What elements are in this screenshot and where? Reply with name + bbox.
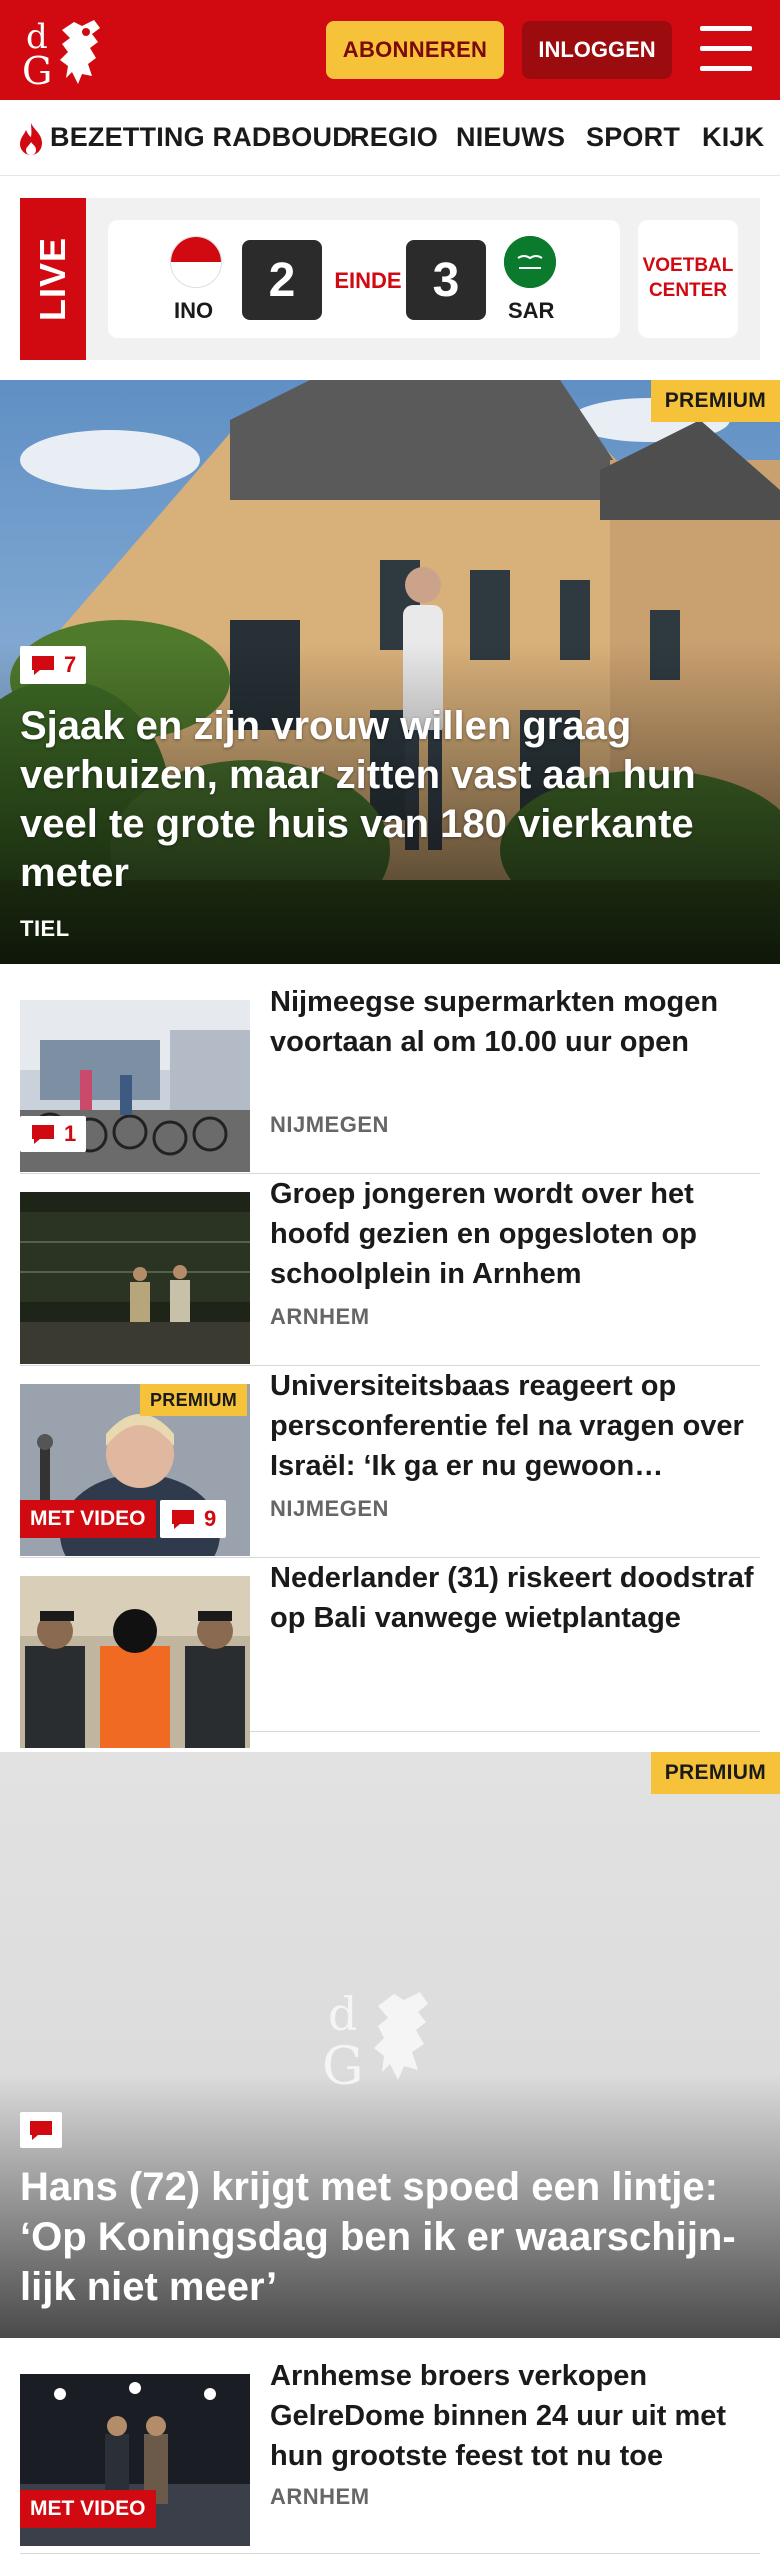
- svg-text:G: G: [322, 2037, 364, 2092]
- premium-badge: PREMIUM: [140, 1384, 248, 1416]
- video-badge: MET VIDEO: [20, 1500, 156, 1538]
- article-location: ARNHEM: [270, 2484, 370, 2509]
- premium-badge: PREMIUM: [650, 380, 780, 422]
- video-badge: MET VIDEO: [20, 2490, 156, 2528]
- article-location: NIJMEGEN: [270, 1112, 389, 1137]
- comment-icon: [30, 2121, 52, 2140]
- away-score: 3: [406, 240, 486, 320]
- saudi-arabia-flag-icon: [504, 236, 556, 288]
- live-tag: LIVE: [20, 198, 86, 360]
- list-item[interactable]: PREMIUM MET VIDEO 9 Universiteitsbaas re…: [20, 1366, 760, 1558]
- hero-article-2[interactable]: PREMIUM d G Hans (72) krijgt met spoed e…: [0, 1752, 780, 2338]
- dg-logo[interactable]: d G: [22, 12, 122, 90]
- comment-icon: [32, 656, 54, 675]
- voetbal-center-link[interactable]: VOETBAL CENTER: [638, 220, 738, 338]
- comment-icon: [32, 1125, 54, 1144]
- hamburger-icon[interactable]: [700, 26, 752, 72]
- home-team-code: INO: [174, 298, 214, 323]
- nav-item-nieuws[interactable]: NIEUWS: [456, 122, 565, 153]
- login-button[interactable]: INLOGGEN: [522, 21, 672, 79]
- subscribe-button[interactable]: ABONNEREN: [326, 21, 504, 79]
- list-item[interactable]: Nederlander (31) riskeert doodstraf op B…: [20, 1558, 760, 1748]
- article-title[interactable]: Nijmeegse supermarkten mogen voortaan al…: [270, 982, 760, 1062]
- list-item[interactable]: 1 Nijmeegse supermarkten mogen voortaan …: [20, 982, 760, 1174]
- away-team-code: SAR: [508, 298, 555, 323]
- hero-article[interactable]: PREMIUM 7 Sjaak en zijn vrouw willen gra…: [0, 380, 780, 964]
- comment-count[interactable]: 7: [20, 646, 87, 684]
- article-location: NIJMEGEN: [270, 1496, 389, 1521]
- hero2-title[interactable]: Hans (72) krijgt met spoed een lintje: ‘…: [20, 2162, 760, 2312]
- list-item[interactable]: MET VIDEO Arnhemse broers verkopen Gelre…: [20, 2356, 760, 2554]
- nav-item-bezetting-radboud[interactable]: BEZETTING RADBOUD: [50, 122, 352, 153]
- comment-count-value: 7: [64, 652, 77, 677]
- match-card[interactable]: INO 2 EINDE 3 SAR: [108, 220, 620, 338]
- nav-item-kijk[interactable]: KIJK: [702, 122, 764, 153]
- match-status: EINDE: [334, 268, 402, 293]
- dg-placeholder-logo: d G: [322, 1987, 428, 2092]
- nav-item-regio[interactable]: REGIO: [350, 122, 438, 153]
- comment-icon: [172, 1510, 194, 1529]
- svg-text:G: G: [22, 49, 52, 90]
- list-item[interactable]: Groep jongeren wordt over het hoofd gezi…: [20, 1174, 760, 1366]
- live-label: LIVE: [32, 236, 73, 322]
- hero-location: TIEL: [20, 916, 70, 941]
- live-scoreboard: LIVE INO 2 EINDE 3 SAR VOETBAL CENTER: [20, 198, 760, 360]
- hero-title[interactable]: Sjaak en zijn vrouw willen graag verhuiz…: [20, 702, 740, 898]
- comment-count[interactable]: 9: [160, 1500, 227, 1538]
- main-nav: BEZETTING RADBOUD REGIO NIEUWS SPORT KIJ…: [0, 100, 780, 176]
- indonesia-flag-icon: [170, 236, 222, 288]
- premium-badge: PREMIUM: [650, 1752, 780, 1794]
- flame-icon: [20, 123, 42, 155]
- article-title[interactable]: Universiteitsbaas reageert op persconfer…: [270, 1366, 760, 1486]
- article-location: ARNHEM: [270, 1304, 370, 1329]
- home-score: 2: [242, 240, 322, 320]
- comment-count[interactable]: 1: [20, 1116, 87, 1152]
- top-bar: d G ABONNEREN INLOGGEN: [0, 0, 780, 100]
- svg-text:d: d: [328, 1987, 357, 2041]
- comment-count[interactable]: [20, 2112, 62, 2148]
- article-title[interactable]: Nederlander (31) riskeert doodstraf op B…: [270, 1558, 760, 1638]
- article-title[interactable]: Groep jongeren wordt over het hoofd gezi…: [270, 1174, 760, 1294]
- article-image: [20, 1576, 250, 1748]
- nav-item-sport[interactable]: SPORT: [586, 122, 680, 153]
- article-image: [20, 1192, 250, 1364]
- comment-count-value: 1: [64, 1121, 77, 1146]
- article-title[interactable]: Arnhemse broers verkopen GelreDome binne…: [270, 2356, 760, 2476]
- comment-count-value: 9: [204, 1506, 217, 1531]
